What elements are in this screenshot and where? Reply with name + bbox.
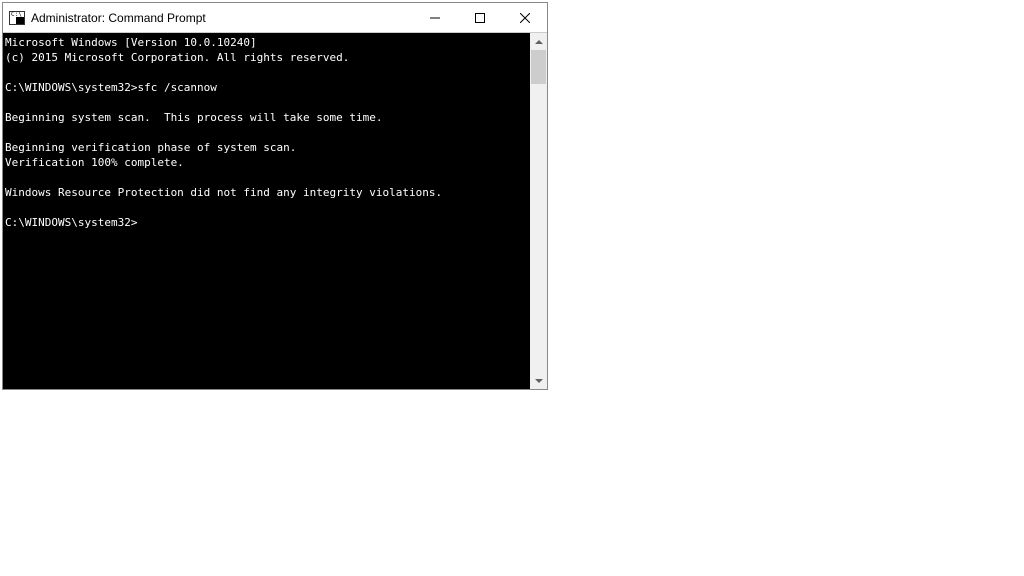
command-prompt-window: Administrator: Command Prompt Microsoft [2, 2, 548, 390]
terminal-line: Windows Resource Protection did not find… [5, 185, 530, 200]
terminal-line: Beginning system scan. This process will… [5, 110, 530, 125]
terminal-line [5, 170, 530, 185]
close-button[interactable] [502, 3, 547, 32]
scroll-down-button[interactable] [530, 372, 547, 389]
minimize-icon [430, 13, 440, 23]
terminal-line: Beginning verification phase of system s… [5, 140, 530, 155]
terminal-output[interactable]: Microsoft Windows [Version 10.0.10240](c… [3, 33, 530, 389]
terminal-line: Microsoft Windows [Version 10.0.10240] [5, 35, 530, 50]
maximize-icon [475, 13, 485, 23]
close-icon [520, 13, 530, 23]
scroll-up-button[interactable] [530, 33, 547, 50]
scroll-track[interactable] [530, 50, 547, 372]
terminal-line: C:\WINDOWS\system32> [5, 215, 530, 230]
chevron-up-icon [535, 40, 543, 44]
vertical-scrollbar[interactable] [530, 33, 547, 389]
terminal-line: C:\WINDOWS\system32>sfc /scannow [5, 80, 530, 95]
app-icon [9, 11, 25, 25]
terminal-line [5, 200, 530, 215]
terminal-line [5, 65, 530, 80]
chevron-down-icon [535, 379, 543, 383]
titlebar[interactable]: Administrator: Command Prompt [3, 3, 547, 33]
terminal-line [5, 125, 530, 140]
terminal-line: Verification 100% complete. [5, 155, 530, 170]
terminal-line: (c) 2015 Microsoft Corporation. All righ… [5, 50, 530, 65]
window-title: Administrator: Command Prompt [31, 11, 412, 25]
terminal-line [5, 95, 530, 110]
scroll-thumb[interactable] [531, 50, 546, 84]
minimize-button[interactable] [412, 3, 457, 32]
client-area: Microsoft Windows [Version 10.0.10240](c… [3, 33, 547, 389]
window-controls [412, 3, 547, 32]
maximize-button[interactable] [457, 3, 502, 32]
